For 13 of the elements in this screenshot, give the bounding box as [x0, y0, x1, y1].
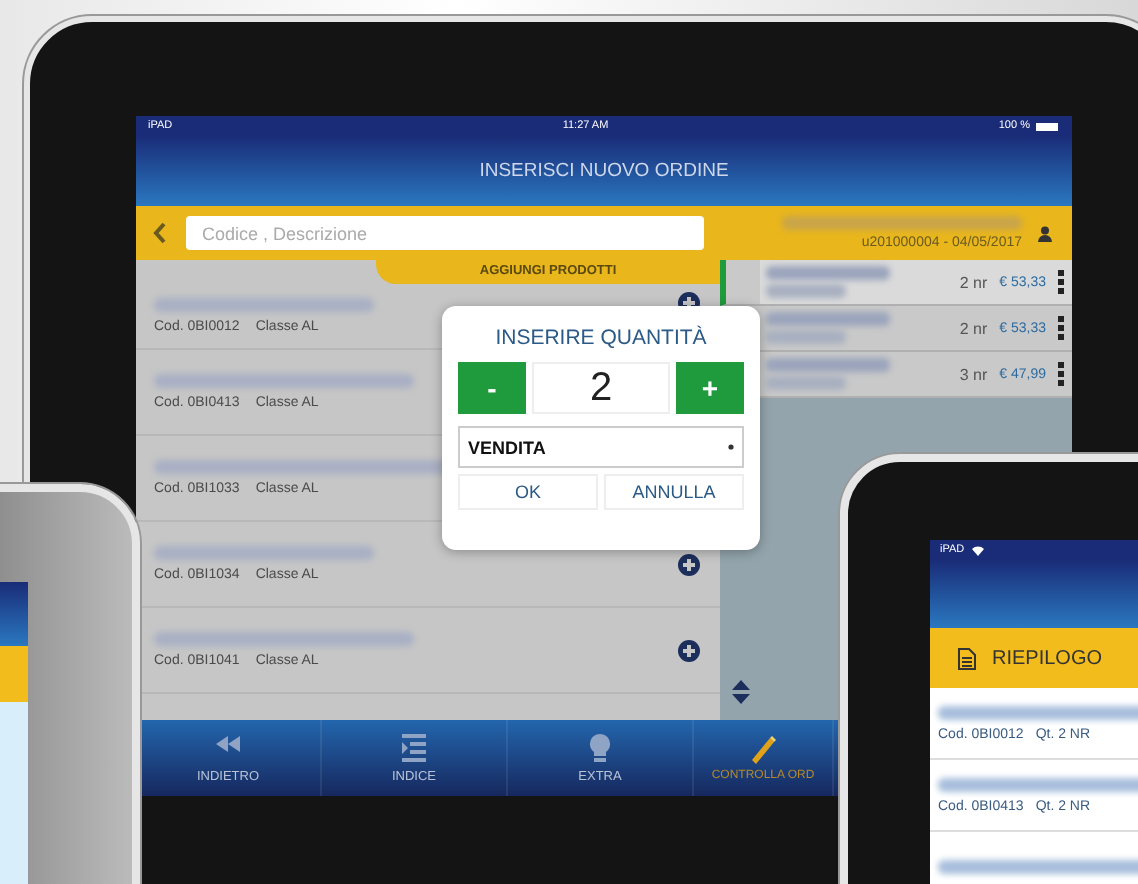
- plus-button[interactable]: +: [676, 362, 744, 414]
- line-quantity: 2 nr: [959, 319, 988, 337]
- type-dropdown[interactable]: VENDITA: [458, 426, 744, 468]
- minus-button[interactable]: -: [458, 362, 526, 414]
- quantity-field[interactable]: 2: [532, 362, 670, 414]
- cancel-button[interactable]: ANNULLA: [604, 474, 744, 510]
- ok-button[interactable]: OK: [458, 474, 598, 510]
- search-field[interactable]: Codice , Descrizione: [186, 216, 704, 250]
- line-quantity: 3 nr: [959, 365, 988, 383]
- dialog-title: INSERIRE QUANTITÀ: [493, 326, 709, 350]
- screen-title: INSERISCI NUOVO ORDINE: [479, 160, 729, 182]
- line-quantity: 2 nr: [959, 273, 988, 291]
- screen-title: RIEPILOGO: [992, 647, 1103, 669]
